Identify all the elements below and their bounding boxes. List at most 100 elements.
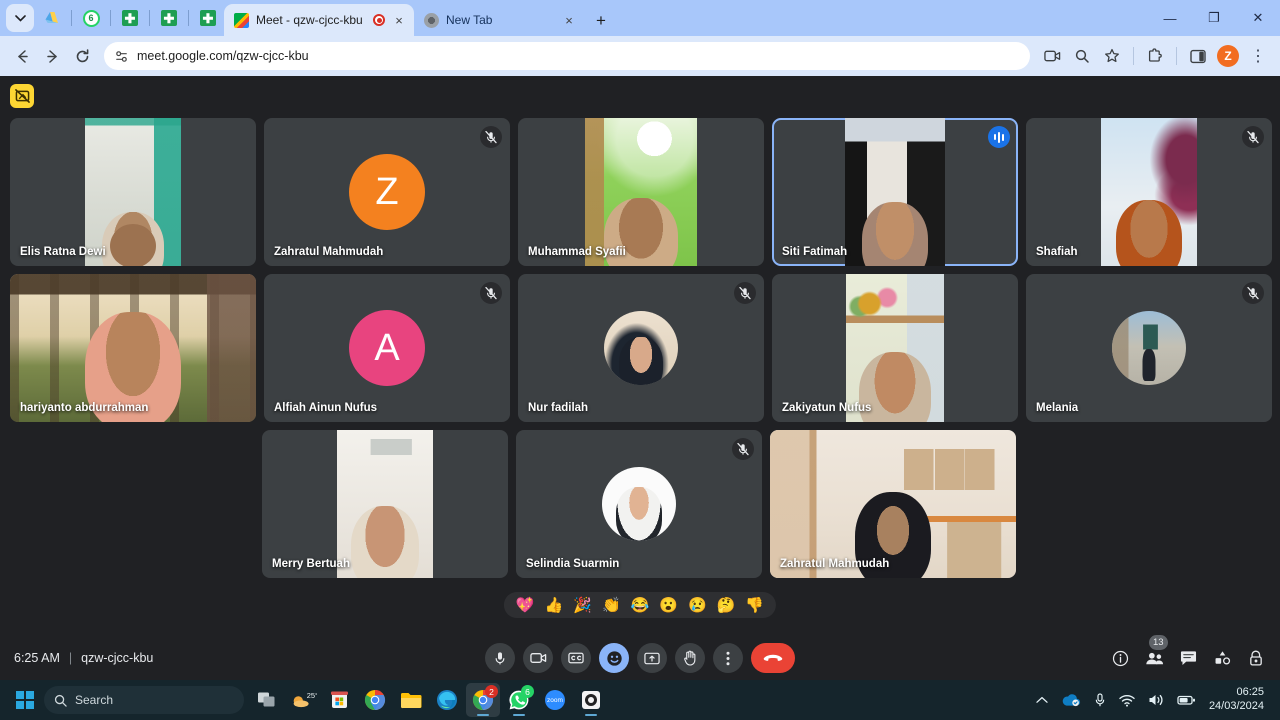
pinned-drive-tab[interactable] xyxy=(38,4,66,32)
wifi-icon[interactable] xyxy=(1119,694,1135,707)
pinned-tabs: 6 ✚ ✚ ✚ xyxy=(0,0,224,36)
chevron-up-icon[interactable] xyxy=(1036,696,1048,704)
bookmark-star-icon[interactable] xyxy=(1098,42,1126,70)
activities-button[interactable] xyxy=(1212,648,1232,668)
chrome-notification-badge: 2 xyxy=(485,685,498,698)
tab-new-tab[interactable]: New Tab × xyxy=(414,4,584,36)
chat-button[interactable] xyxy=(1178,648,1198,668)
whatsapp-button[interactable]: 6 xyxy=(502,683,536,717)
chrome-active-button[interactable]: 2 xyxy=(466,683,500,717)
reaction-emoji-bar: 💖 👍 🎉 👏 😂 😮 😢 🤔 👎 xyxy=(503,592,777,618)
forward-button[interactable] xyxy=(38,42,66,70)
extensions-icon[interactable] xyxy=(1141,42,1169,70)
chrome-menu-button[interactable]: ⋮ xyxy=(1244,42,1272,70)
reaction-clap-icon[interactable]: 👏 xyxy=(602,598,621,613)
participant-video xyxy=(845,118,945,266)
zoom-search-icon[interactable] xyxy=(1068,42,1096,70)
participant-name: Zahratul Mahmudah xyxy=(780,558,890,570)
new-tab-button[interactable]: + xyxy=(590,11,612,31)
participant-tile[interactable]: Shafiah xyxy=(1026,118,1272,266)
tab-close-button[interactable]: × xyxy=(392,14,406,27)
participant-video xyxy=(85,118,181,266)
clock-time: 06:25 xyxy=(1236,686,1264,699)
tab-list-dropdown-button[interactable] xyxy=(6,4,34,32)
participants-button[interactable]: 13 xyxy=(1144,635,1168,668)
leave-call-button[interactable] xyxy=(751,643,795,673)
reaction-joy-icon[interactable]: 😂 xyxy=(631,598,650,613)
battery-icon[interactable] xyxy=(1177,694,1196,706)
onedrive-icon[interactable] xyxy=(1061,693,1081,707)
google-drive-icon xyxy=(45,12,58,23)
reload-button[interactable] xyxy=(68,42,96,70)
start-button[interactable] xyxy=(8,684,42,716)
pinned-sheets-tab-3[interactable]: ✚ xyxy=(194,4,222,32)
participant-name: Alfiah Ainun Nufus xyxy=(274,402,378,414)
google-sheets-icon: ✚ xyxy=(122,10,138,26)
avatar xyxy=(602,467,676,541)
participant-tile[interactable]: Melania xyxy=(1026,274,1272,422)
participant-tile[interactable]: Muhammad Syafii xyxy=(518,118,764,266)
microsoft-store-button[interactable] xyxy=(322,683,356,717)
reaction-cry-icon[interactable]: 😢 xyxy=(688,598,707,613)
participant-tile[interactable]: Nur fadilah xyxy=(518,274,764,422)
participant-name: Muhammad Syafii xyxy=(528,246,626,258)
toolbar-actions: Z ⋮ xyxy=(1038,42,1272,70)
address-bar-url: meet.google.com/qzw-cjcc-kbu xyxy=(137,49,309,63)
screen-recorder-button[interactable] xyxy=(574,683,608,717)
reaction-thumbs-down-icon[interactable]: 👎 xyxy=(745,598,764,613)
participant-tile[interactable]: hariyanto abdurrahman xyxy=(10,274,256,422)
participant-tile-active-speaker[interactable]: Siti Fatimah xyxy=(772,118,1018,266)
taskbar-clock[interactable]: 06:25 24/03/2024 xyxy=(1209,686,1264,714)
host-controls-button[interactable] xyxy=(1246,648,1266,668)
task-view-button[interactable] xyxy=(250,683,284,717)
avatar[interactable]: Z xyxy=(1214,42,1242,70)
participant-tile[interactable]: Zahratul Mahmudah xyxy=(770,430,1016,578)
minimize-button[interactable]: — xyxy=(1148,2,1192,34)
windows-logo-icon xyxy=(16,691,34,709)
microsoft-edge-button[interactable] xyxy=(430,683,464,717)
microphone-icon[interactable] xyxy=(1094,692,1106,708)
pinned-whatsapp-tab[interactable]: 6 xyxy=(77,4,105,32)
microphone-button[interactable] xyxy=(485,643,515,673)
back-button[interactable] xyxy=(8,42,36,70)
maximize-button[interactable]: ❐ xyxy=(1192,2,1236,34)
address-bar[interactable]: meet.google.com/qzw-cjcc-kbu xyxy=(104,42,1030,70)
captions-button[interactable] xyxy=(561,643,591,673)
reaction-thinking-icon[interactable]: 🤔 xyxy=(717,598,736,613)
no-screen-share-badge[interactable] xyxy=(10,84,34,108)
tab-close-button[interactable]: × xyxy=(562,14,576,27)
media-cast-icon[interactable] xyxy=(1038,42,1066,70)
participant-tile[interactable]: Elis Ratna Dewi xyxy=(10,118,256,266)
participant-tile[interactable]: Z Zahratul Mahmudah xyxy=(264,118,510,266)
weather-widget[interactable]: 25° xyxy=(286,683,320,717)
more-options-button[interactable] xyxy=(713,643,743,673)
reactions-button[interactable] xyxy=(599,643,629,673)
file-explorer-button[interactable] xyxy=(394,683,428,717)
zoom-button[interactable]: zoom xyxy=(538,683,572,717)
present-screen-button[interactable] xyxy=(637,643,667,673)
participant-video xyxy=(846,274,944,422)
reaction-heart-icon[interactable]: 💖 xyxy=(516,598,535,613)
raise-hand-button[interactable] xyxy=(675,643,705,673)
search-input[interactable]: Search xyxy=(44,686,244,714)
participant-tile[interactable]: A Alfiah Ainun Nufus xyxy=(264,274,510,422)
tab-meet[interactable]: Meet - qzw-cjcc-kbu × xyxy=(224,4,414,36)
volume-icon[interactable] xyxy=(1148,693,1164,707)
emoji-smiley-icon xyxy=(606,650,622,666)
reaction-thumbs-up-icon[interactable]: 👍 xyxy=(545,598,564,613)
pinned-sheets-tab-2[interactable]: ✚ xyxy=(155,4,183,32)
meeting-details-button[interactable] xyxy=(1110,648,1130,668)
pinned-sheets-tab-1[interactable]: ✚ xyxy=(116,4,144,32)
participant-tile[interactable]: Zakiyatun Nufus xyxy=(772,274,1018,422)
participant-tile[interactable]: Merry Bertuah xyxy=(262,430,508,578)
camera-button[interactable] xyxy=(523,643,553,673)
reaction-surprised-icon[interactable]: 😮 xyxy=(659,598,678,613)
reaction-party-popper-icon[interactable]: 🎉 xyxy=(573,598,592,613)
chrome-button[interactable] xyxy=(358,683,392,717)
side-panel-icon[interactable] xyxy=(1184,42,1212,70)
participant-tile[interactable]: Selindia Suarmin xyxy=(516,430,762,578)
close-window-button[interactable]: ✕ xyxy=(1236,2,1280,34)
raise-hand-icon xyxy=(684,650,696,666)
recording-indicator-icon xyxy=(373,14,385,26)
grid-row: hariyanto abdurrahman A Alfiah Ainun Nuf… xyxy=(10,274,1272,422)
